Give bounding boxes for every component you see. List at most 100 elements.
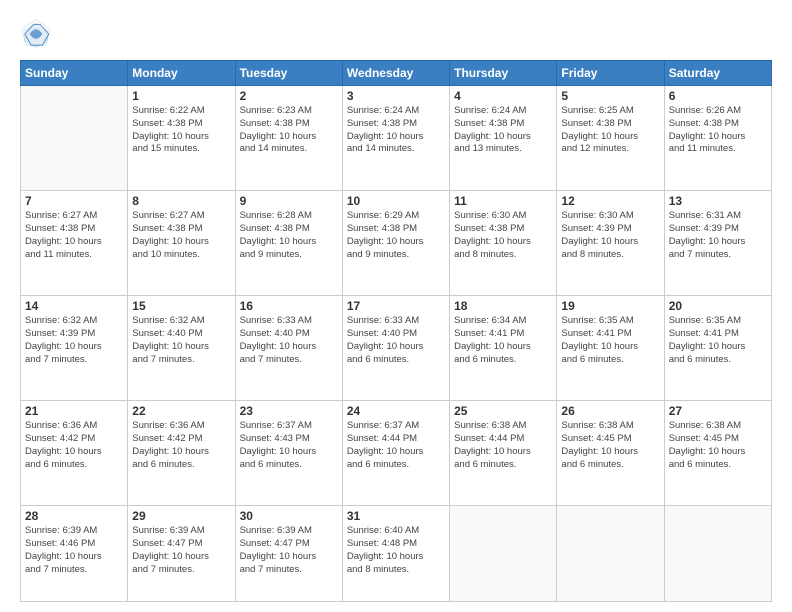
day-cell: 23Sunrise: 6:37 AMSunset: 4:43 PMDayligh… bbox=[235, 401, 342, 506]
day-cell: 6Sunrise: 6:26 AMSunset: 4:38 PMDaylight… bbox=[664, 86, 771, 191]
header-day-friday: Friday bbox=[557, 61, 664, 86]
day-number: 14 bbox=[25, 299, 123, 313]
day-info: Sunrise: 6:39 AMSunset: 4:47 PMDaylight:… bbox=[240, 525, 338, 576]
day-cell: 13 Sunrise: 6:31 AMSunset: 4:39 PMDayligh… bbox=[664, 191, 771, 296]
day-info: Sunrise: 6:35 AMSunset: 4:41 PMDaylight:… bbox=[561, 315, 659, 366]
day-info: Sunrise: 6:34 AMSunset: 4:41 PMDaylight:… bbox=[454, 315, 552, 366]
header-day-wednesday: Wednesday bbox=[342, 61, 449, 86]
day-number: 8 bbox=[132, 194, 230, 208]
day-cell bbox=[450, 506, 557, 602]
day-info: Sunrise: 6:32 AMSunset: 4:39 PMDaylight:… bbox=[25, 315, 123, 366]
header bbox=[20, 18, 772, 50]
logo-icon bbox=[20, 18, 52, 50]
day-number: 12 bbox=[561, 194, 659, 208]
day-number: 24 bbox=[347, 404, 445, 418]
day-info: Sunrise: 6:35 AMSunset: 4:41 PMDaylight:… bbox=[669, 315, 767, 366]
day-cell: 20 Sunrise: 6:35 AMSunset: 4:41 PMDayligh… bbox=[664, 296, 771, 401]
day-info: Sunrise: 6:24 AMSunset: 4:38 PMDaylight:… bbox=[454, 105, 552, 156]
week-row-1: 7 Sunrise: 6:27 AMSunset: 4:38 PMDaylight… bbox=[21, 191, 772, 296]
day-cell: 17 Sunrise: 6:33 AMSunset: 4:40 PMDayligh… bbox=[342, 296, 449, 401]
calendar-body: 1 Sunrise: 6:22 AMSunset: 4:38 PMDaylight… bbox=[21, 86, 772, 602]
day-info: Sunrise: 6:27 AMSunset: 4:38 PMDaylight:… bbox=[25, 210, 123, 261]
day-cell bbox=[21, 86, 128, 191]
day-cell: 27 Sunrise: 6:38 AMSunset: 4:45 PMDayligh… bbox=[664, 401, 771, 506]
day-info: Sunrise: 6:30 AMSunset: 4:39 PMDaylight:… bbox=[561, 210, 659, 261]
day-cell: 26 Sunrise: 6:38 AMSunset: 4:45 PMDayligh… bbox=[557, 401, 664, 506]
day-info: Sunrise: 6:33 AMSunset: 4:40 PMDaylight:… bbox=[240, 315, 338, 366]
day-info: Sunrise: 6:38 AMSunset: 4:44 PMDaylight:… bbox=[454, 420, 552, 471]
day-number: 4 bbox=[454, 89, 552, 103]
day-cell: 18 Sunrise: 6:34 AMSunset: 4:41 PMDayligh… bbox=[450, 296, 557, 401]
day-cell: 24 Sunrise: 6:37 AMSunset: 4:44 PMDayligh… bbox=[342, 401, 449, 506]
day-cell: 16 Sunrise: 6:33 AMSunset: 4:40 PMDayligh… bbox=[235, 296, 342, 401]
day-number: 5 bbox=[561, 89, 659, 103]
week-row-3: 21 Sunrise: 6:36 AMSunset: 4:42 PMDayligh… bbox=[21, 401, 772, 506]
day-cell: 14 Sunrise: 6:32 AMSunset: 4:39 PMDayligh… bbox=[21, 296, 128, 401]
page: SundayMondayTuesdayWednesdayThursdayFrid… bbox=[0, 0, 792, 612]
day-number: 28 bbox=[25, 509, 123, 523]
header-day-sunday: Sunday bbox=[21, 61, 128, 86]
day-info: Sunrise: 6:24 AMSunset: 4:38 PMDaylight:… bbox=[347, 105, 445, 156]
day-info: Sunrise: 6:29 AMSunset: 4:38 PMDaylight:… bbox=[347, 210, 445, 261]
header-day-thursday: Thursday bbox=[450, 61, 557, 86]
day-cell bbox=[557, 506, 664, 602]
day-cell bbox=[664, 506, 771, 602]
day-number: 21 bbox=[25, 404, 123, 418]
header-row: SundayMondayTuesdayWednesdayThursdayFrid… bbox=[21, 61, 772, 86]
day-info: Sunrise: 6:36 AMSunset: 4:42 PMDaylight:… bbox=[132, 420, 230, 471]
day-info: Sunrise: 6:38 AMSunset: 4:45 PMDaylight:… bbox=[669, 420, 767, 471]
day-cell: 4 Sunrise: 6:24 AMSunset: 4:38 PMDaylight… bbox=[450, 86, 557, 191]
day-info: Sunrise: 6:30 AMSunset: 4:38 PMDaylight:… bbox=[454, 210, 552, 261]
day-number: 2 bbox=[240, 89, 338, 103]
day-cell: 3 Sunrise: 6:24 AMSunset: 4:38 PMDaylight… bbox=[342, 86, 449, 191]
header-day-monday: Monday bbox=[128, 61, 235, 86]
day-cell: 19Sunrise: 6:35 AMSunset: 4:41 PMDayligh… bbox=[557, 296, 664, 401]
day-info: Sunrise: 6:26 AMSunset: 4:38 PMDaylight:… bbox=[669, 105, 767, 156]
day-cell: 12 Sunrise: 6:30 AMSunset: 4:39 PMDayligh… bbox=[557, 191, 664, 296]
week-row-4: 28 Sunrise: 6:39 AMSunset: 4:46 PMDayligh… bbox=[21, 506, 772, 602]
calendar-header: SundayMondayTuesdayWednesdayThursdayFrid… bbox=[21, 61, 772, 86]
day-cell: 25 Sunrise: 6:38 AMSunset: 4:44 PMDayligh… bbox=[450, 401, 557, 506]
day-number: 25 bbox=[454, 404, 552, 418]
day-cell: 9 Sunrise: 6:28 AMSunset: 4:38 PMDaylight… bbox=[235, 191, 342, 296]
day-info: Sunrise: 6:36 AMSunset: 4:42 PMDaylight:… bbox=[25, 420, 123, 471]
header-day-saturday: Saturday bbox=[664, 61, 771, 86]
day-number: 30 bbox=[240, 509, 338, 523]
logo bbox=[20, 18, 56, 50]
day-info: Sunrise: 6:23 AMSunset: 4:38 PMDaylight:… bbox=[240, 105, 338, 156]
day-cell: 22Sunrise: 6:36 AMSunset: 4:42 PMDayligh… bbox=[128, 401, 235, 506]
day-info: Sunrise: 6:25 AMSunset: 4:38 PMDaylight:… bbox=[561, 105, 659, 156]
day-cell: 2 Sunrise: 6:23 AMSunset: 4:38 PMDaylight… bbox=[235, 86, 342, 191]
day-info: Sunrise: 6:28 AMSunset: 4:38 PMDaylight:… bbox=[240, 210, 338, 261]
week-row-0: 1 Sunrise: 6:22 AMSunset: 4:38 PMDaylight… bbox=[21, 86, 772, 191]
day-info: Sunrise: 6:40 AMSunset: 4:48 PMDaylight:… bbox=[347, 525, 445, 576]
day-number: 13 bbox=[669, 194, 767, 208]
day-info: Sunrise: 6:22 AMSunset: 4:38 PMDaylight:… bbox=[132, 105, 230, 156]
day-info: Sunrise: 6:38 AMSunset: 4:45 PMDaylight:… bbox=[561, 420, 659, 471]
day-info: Sunrise: 6:37 AMSunset: 4:44 PMDaylight:… bbox=[347, 420, 445, 471]
day-number: 16 bbox=[240, 299, 338, 313]
day-info: Sunrise: 6:39 AMSunset: 4:46 PMDaylight:… bbox=[25, 525, 123, 576]
day-cell: 21 Sunrise: 6:36 AMSunset: 4:42 PMDayligh… bbox=[21, 401, 128, 506]
day-cell: 11Sunrise: 6:30 AMSunset: 4:38 PMDayligh… bbox=[450, 191, 557, 296]
day-info: Sunrise: 6:39 AMSunset: 4:47 PMDaylight:… bbox=[132, 525, 230, 576]
day-number: 7 bbox=[25, 194, 123, 208]
day-cell: 29Sunrise: 6:39 AMSunset: 4:47 PMDayligh… bbox=[128, 506, 235, 602]
day-number: 15 bbox=[132, 299, 230, 313]
day-number: 1 bbox=[132, 89, 230, 103]
calendar-table: SundayMondayTuesdayWednesdayThursdayFrid… bbox=[20, 60, 772, 602]
day-cell: 28 Sunrise: 6:39 AMSunset: 4:46 PMDayligh… bbox=[21, 506, 128, 602]
day-number: 10 bbox=[347, 194, 445, 208]
day-cell: 1 Sunrise: 6:22 AMSunset: 4:38 PMDaylight… bbox=[128, 86, 235, 191]
day-number: 18 bbox=[454, 299, 552, 313]
day-number: 20 bbox=[669, 299, 767, 313]
day-number: 26 bbox=[561, 404, 659, 418]
day-number: 3 bbox=[347, 89, 445, 103]
day-number: 17 bbox=[347, 299, 445, 313]
day-number: 9 bbox=[240, 194, 338, 208]
day-info: Sunrise: 6:33 AMSunset: 4:40 PMDaylight:… bbox=[347, 315, 445, 366]
day-number: 27 bbox=[669, 404, 767, 418]
day-cell: 10 Sunrise: 6:29 AMSunset: 4:38 PMDayligh… bbox=[342, 191, 449, 296]
day-info: Sunrise: 6:31 AMSunset: 4:39 PMDaylight:… bbox=[669, 210, 767, 261]
day-number: 23 bbox=[240, 404, 338, 418]
